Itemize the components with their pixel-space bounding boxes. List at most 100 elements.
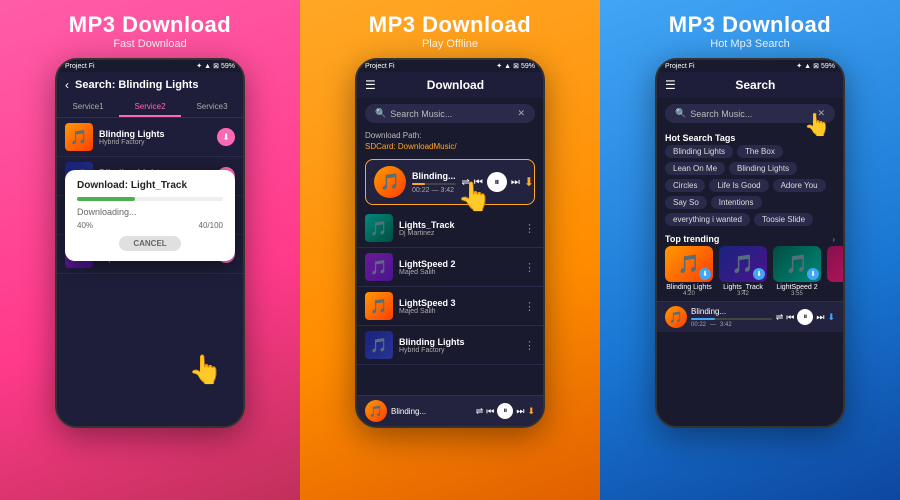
trend-item-3[interactable]: 🎵 ⬇ Li... 4:10 bbox=[827, 246, 843, 297]
screen-1: ‹ Search: Blinding Lights Service1 Servi… bbox=[57, 72, 243, 426]
trend-dl-0[interactable]: ⬇ bbox=[699, 268, 711, 280]
panel-1-title: MP3 Download bbox=[69, 12, 231, 38]
trend-time-2: 3:55 bbox=[773, 291, 821, 297]
song-info-p2-1: LightSpeed 2 Majed Salih bbox=[399, 259, 518, 276]
status-bar-2: Project Fi ✦ ▲ ⊠ 59% bbox=[357, 60, 543, 72]
p3-search-bar[interactable]: 🔍 Search Music... ✕ bbox=[665, 104, 835, 123]
progress-bar bbox=[77, 197, 223, 201]
carrier-1: Project Fi bbox=[65, 63, 95, 70]
bottom-time-tot-3: 3:42 bbox=[720, 322, 732, 328]
tab-service2[interactable]: Service2 bbox=[119, 98, 181, 117]
trend-item-1[interactable]: 🎵 ⬇ Lights_Track 3:42 bbox=[719, 246, 767, 297]
status-bar-1: Project Fi ✦ ▲ ⊠ 59% bbox=[57, 60, 243, 72]
trend-thumb-2: 🎵 ⬇ bbox=[773, 246, 821, 282]
more-icon-0[interactable]: ⋮ bbox=[524, 222, 535, 235]
time-current: 00:22 bbox=[412, 187, 430, 194]
list-item[interactable]: 🎵 Lights_Track Dj Martinez ⋮ bbox=[357, 209, 543, 248]
tab-service1[interactable]: Service1 bbox=[57, 98, 119, 117]
bottom-play-3[interactable]: ⏸ bbox=[797, 309, 813, 325]
list-item[interactable]: 🎵 LightSpeed 3 Majed Salih ⋮ bbox=[357, 287, 543, 326]
now-playing-times: 00:22 — 3:42 bbox=[412, 187, 456, 194]
trend-dl-2[interactable]: ⬇ bbox=[807, 268, 819, 280]
status-bar-3: Project Fi ✦ ▲ ⊠ 59% bbox=[657, 60, 843, 72]
menu-icon[interactable]: ☰ bbox=[365, 78, 376, 92]
song-name-p2-3: Blinding Lights bbox=[399, 337, 518, 347]
now-playing-thumb: 🎵 bbox=[374, 166, 406, 198]
tag-0[interactable]: Blinding Lights bbox=[665, 145, 733, 158]
prev-icon[interactable]: ⏮ bbox=[474, 177, 483, 188]
download-icon[interactable]: ⬇ bbox=[524, 175, 534, 189]
bottom-dl-3[interactable]: ⬇ bbox=[827, 312, 835, 323]
bluetooth-icon-3: ✦ bbox=[796, 62, 802, 70]
panel-3-title: MP3 Download bbox=[669, 12, 831, 38]
bottom-next-2[interactable]: ⏭ bbox=[516, 406, 524, 417]
bottom-dl-2[interactable]: ⬇ bbox=[527, 406, 535, 417]
bottom-prev-3[interactable]: ⏮ bbox=[786, 312, 794, 323]
more-icon-3[interactable]: ⋮ bbox=[524, 339, 535, 352]
menu-icon-3[interactable]: ☰ bbox=[665, 78, 676, 92]
bottom-shuffle-3[interactable]: ⇌ bbox=[776, 312, 784, 323]
play-pause-button[interactable]: ⏸ bbox=[487, 172, 507, 192]
bottom-shuffle-2[interactable]: ⇌ bbox=[476, 406, 484, 417]
download-btn-0[interactable]: ⬇ bbox=[217, 128, 235, 146]
bottom-title-2: Blinding... bbox=[391, 407, 472, 416]
tag-9[interactable]: everything i wanted bbox=[665, 213, 750, 226]
p2-header: ☰ Download bbox=[357, 72, 543, 98]
download-dialog: Download: Light_Track Downloading... 40%… bbox=[65, 170, 235, 261]
back-icon[interactable]: ‹ bbox=[65, 78, 69, 92]
shuffle-icon[interactable]: ⇌ bbox=[462, 177, 470, 188]
p2-search-bar[interactable]: 🔍 Search Music... ✕ bbox=[365, 104, 535, 123]
tag-2[interactable]: Lean On Me bbox=[665, 162, 725, 175]
player-controls: ⇌ ⏮ ⏸ ⏭ ⬇ bbox=[462, 172, 534, 192]
battery-icon-2: 59% bbox=[521, 63, 535, 70]
song-thumb-0: 🎵 bbox=[65, 123, 93, 151]
trending-more[interactable]: › bbox=[832, 235, 835, 244]
p3-header-title: Search bbox=[676, 78, 835, 92]
tag-5[interactable]: Life Is Good bbox=[709, 179, 768, 192]
p1-header: ‹ Search: Blinding Lights bbox=[57, 72, 243, 98]
hot-search-title: Hot Search Tags bbox=[657, 129, 843, 145]
signal-icon-2: ▲ bbox=[504, 63, 511, 70]
path-label: Download Path: bbox=[357, 129, 543, 142]
p3-search-clear[interactable]: ✕ bbox=[817, 108, 825, 119]
tag-8[interactable]: Intentions bbox=[711, 196, 762, 209]
song-info-0: Blinding Lights Hybrid Factory bbox=[99, 129, 211, 146]
trend-thumb-3: 🎵 ⬇ bbox=[827, 246, 843, 282]
tag-1[interactable]: The Box bbox=[737, 145, 783, 158]
now-playing-bar[interactable]: 🎵 Blinding... 00:22 — 3:42 ⇌ ⏮ ⏸ bbox=[365, 159, 535, 205]
trending-title: Top trending bbox=[665, 234, 719, 244]
tag-10[interactable]: Toosie Slide bbox=[754, 213, 813, 226]
list-item[interactable]: 🎵 Blinding Lights Hybrid Factory ⋮ bbox=[357, 326, 543, 365]
tag-7[interactable]: Say So bbox=[665, 196, 707, 209]
carrier-3: Project Fi bbox=[665, 63, 695, 70]
bluetooth-icon-2: ✦ bbox=[496, 62, 502, 70]
trend-dl-1[interactable]: ⬇ bbox=[753, 268, 765, 280]
bottom-prev-2[interactable]: ⏮ bbox=[486, 406, 494, 417]
tag-3[interactable]: Blinding Lights bbox=[729, 162, 797, 175]
phone-3: Project Fi ✦ ▲ ⊠ 59% ☰ Search 🔍 Search M… bbox=[655, 58, 845, 428]
download-status: Downloading... bbox=[77, 207, 223, 217]
list-item[interactable]: 🎵 LightSpeed 2 Majed Salih ⋮ bbox=[357, 248, 543, 287]
bottom-play-2[interactable]: ⏸ bbox=[497, 403, 513, 419]
more-icon-2[interactable]: ⋮ bbox=[524, 300, 535, 313]
next-icon[interactable]: ⏭ bbox=[511, 177, 520, 188]
bottom-next-3[interactable]: ⏭ bbox=[816, 312, 824, 323]
p2-search-clear[interactable]: ✕ bbox=[517, 108, 525, 119]
tag-4[interactable]: Circles bbox=[665, 179, 705, 192]
panel-play-offline: MP3 Download Play Offline Project Fi ✦ ▲… bbox=[300, 0, 600, 500]
p3-header: ☰ Search bbox=[657, 72, 843, 98]
tab-service3[interactable]: Service3 bbox=[181, 98, 243, 117]
list-item[interactable]: 🎵 Blinding Lights Hybrid Factory ⬇ bbox=[57, 118, 243, 157]
tag-6[interactable]: Adore You bbox=[773, 179, 826, 192]
cancel-button[interactable]: CANCEL bbox=[119, 236, 180, 251]
song-name-0: Blinding Lights bbox=[99, 129, 211, 139]
carrier-2: Project Fi bbox=[365, 63, 395, 70]
song-info-p2-3: Blinding Lights Hybrid Factory bbox=[399, 337, 518, 354]
panel-hot-search: MP3 Download Hot Mp3 Search Project Fi ✦… bbox=[600, 0, 900, 500]
signal-icon-3: ▲ bbox=[804, 63, 811, 70]
trend-item-2[interactable]: 🎵 ⬇ LightSpeed 2 3:55 bbox=[773, 246, 821, 297]
panel-2-subtitle: Play Offline bbox=[422, 38, 478, 50]
more-icon-1[interactable]: ⋮ bbox=[524, 261, 535, 274]
p1-header-title: Search: Blinding Lights bbox=[75, 79, 198, 91]
trend-item-0[interactable]: 🎵 ⬇ Blinding Lights 4:20 bbox=[665, 246, 713, 297]
